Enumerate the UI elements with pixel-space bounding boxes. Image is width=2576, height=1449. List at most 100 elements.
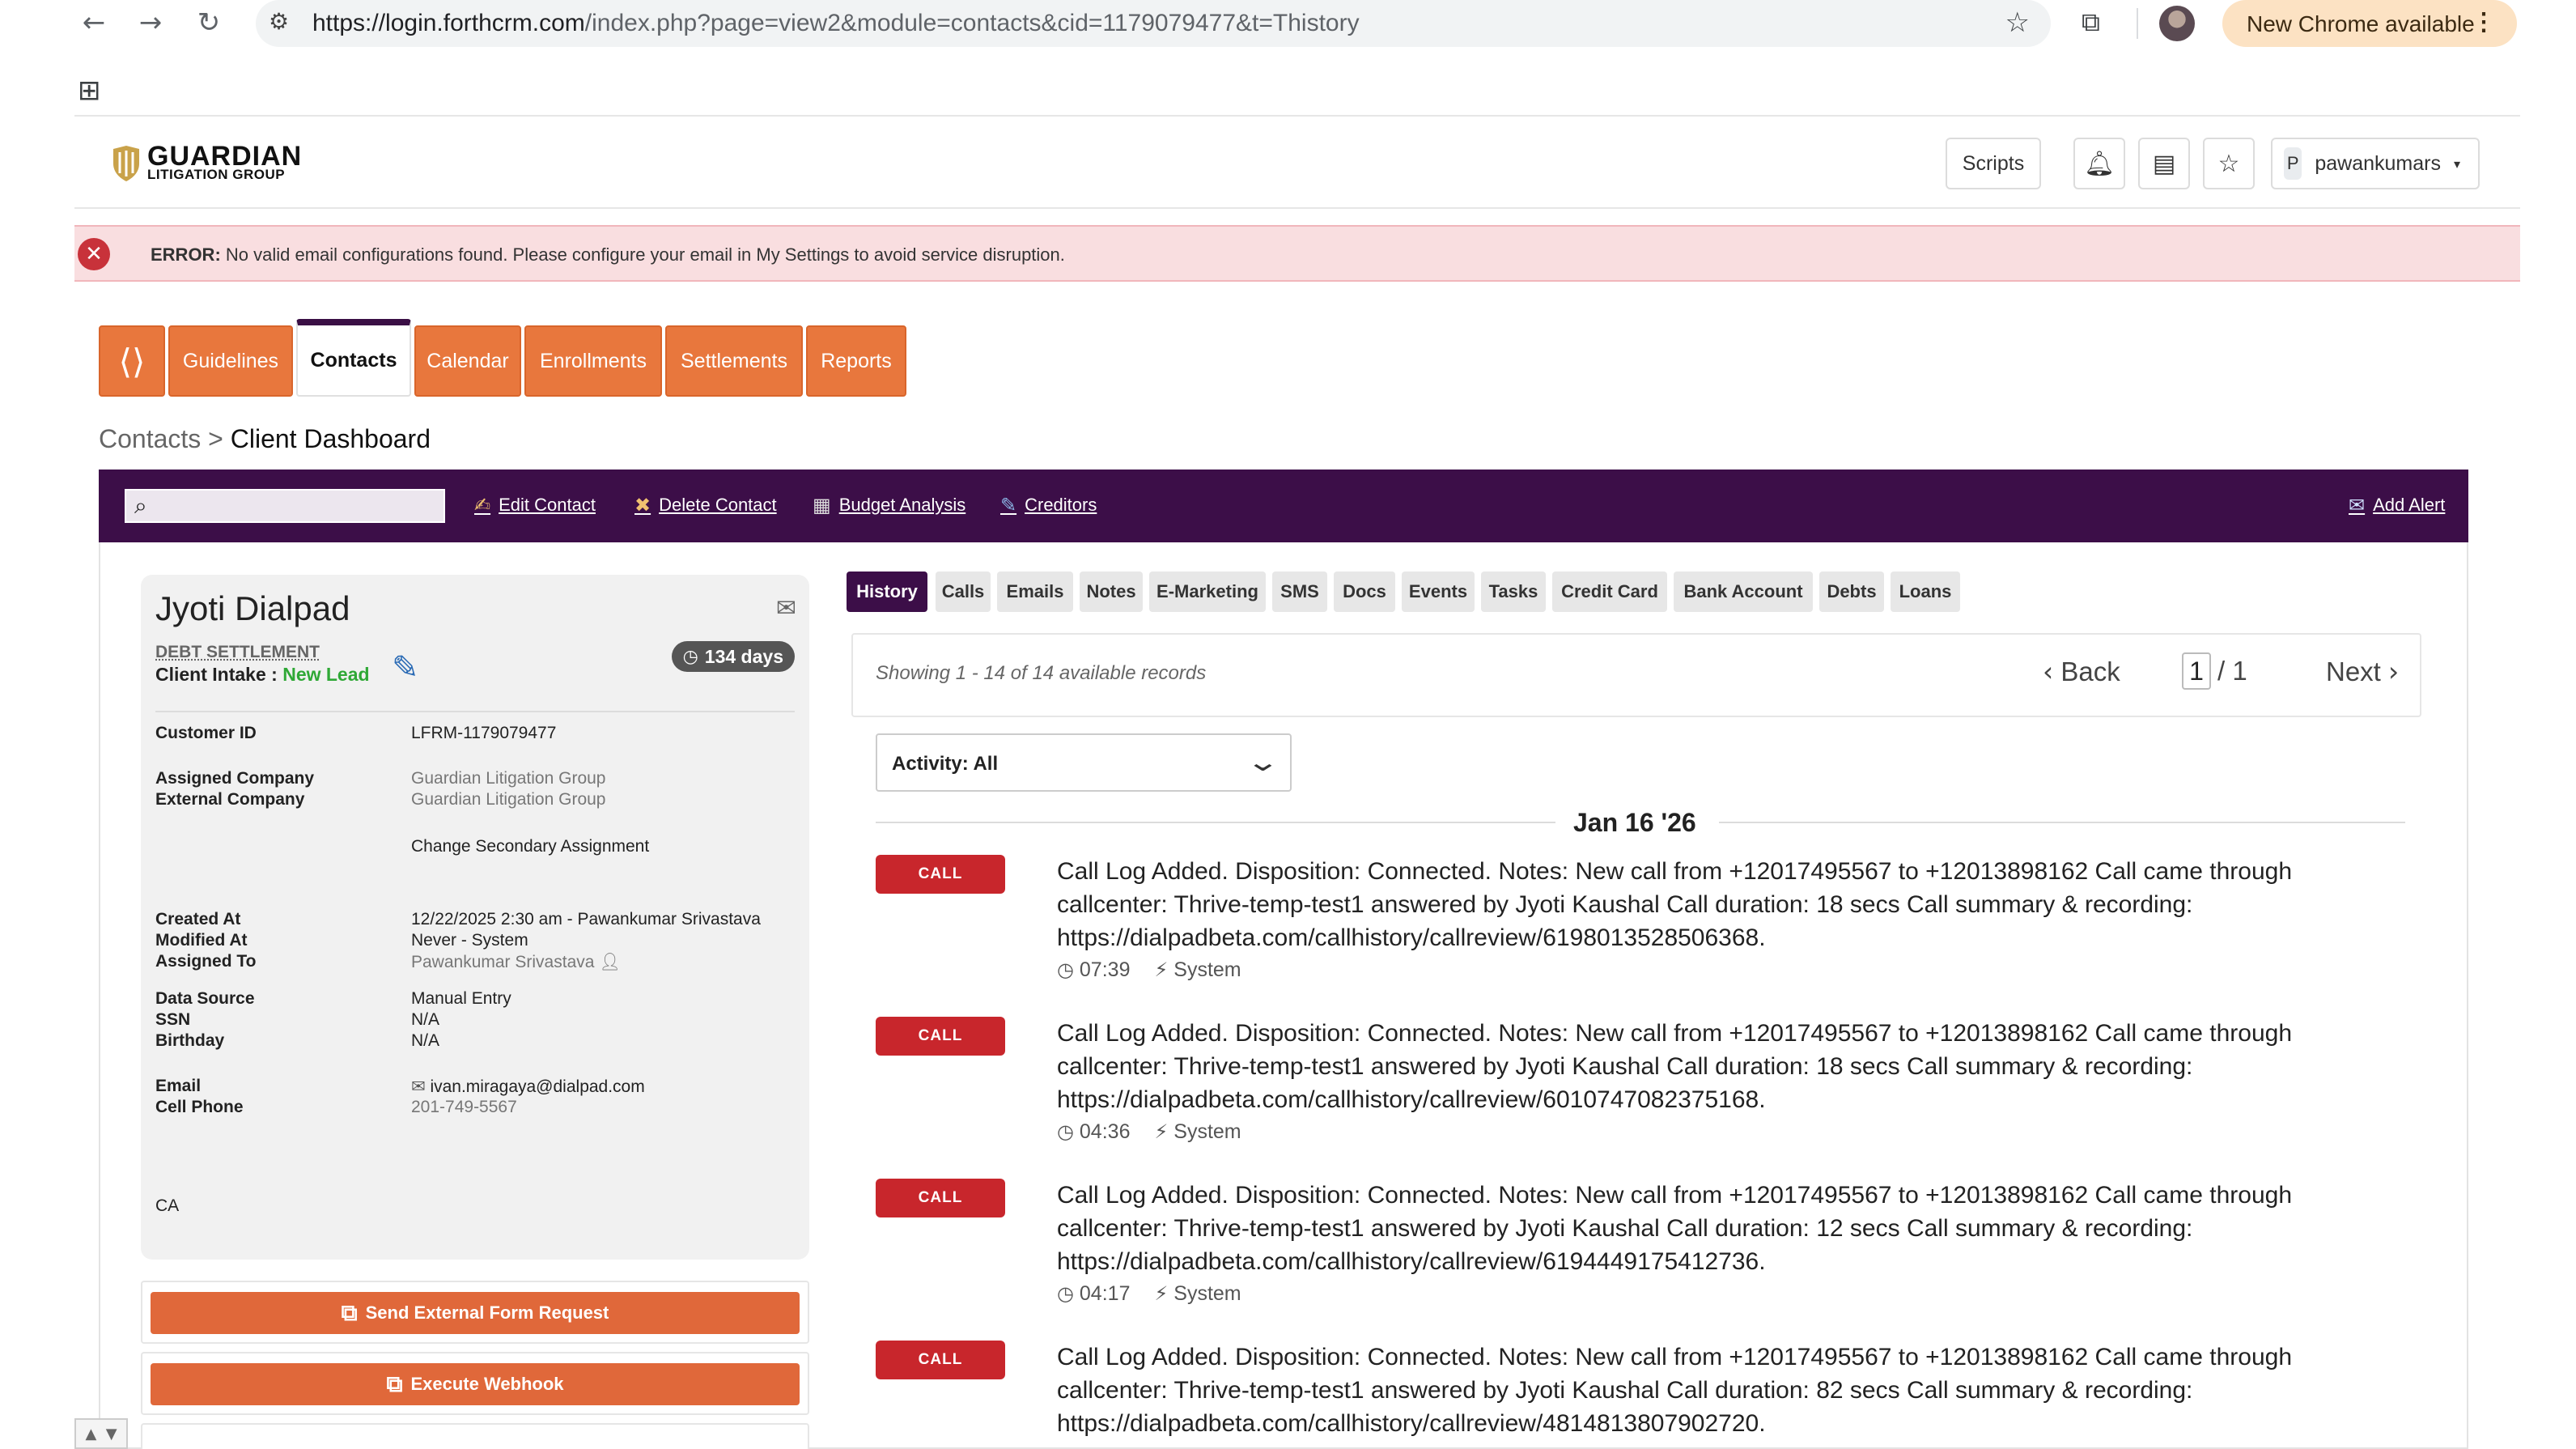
- creditors-icon: ✎: [1000, 494, 1017, 516]
- chrome-update-chip[interactable]: New Chrome available ⋮: [2222, 0, 2517, 47]
- profile-avatar[interactable]: [2159, 6, 2195, 41]
- bolt-icon: ⚡︎: [1154, 1282, 1169, 1305]
- tab-events[interactable]: Events: [1402, 572, 1475, 612]
- client-intake: Client Intake : New Lead: [155, 664, 370, 686]
- user-menu-button[interactable]: P pawankumars ▾: [2271, 138, 2480, 189]
- email-value[interactable]: ✉ ivan.miragaya@dialpad.com: [411, 1077, 645, 1097]
- site-info-icon[interactable]: ⚙: [269, 8, 289, 35]
- entry-source-value: System: [1173, 958, 1241, 981]
- user-assign-icon[interactable]: 👤︎: [599, 952, 621, 971]
- delete-contact-link[interactable]: ✖ Delete Contact: [634, 494, 777, 516]
- clock-icon: ◷: [1057, 1282, 1074, 1305]
- tab-emails[interactable]: Emails: [997, 572, 1073, 612]
- back-arrow-icon[interactable]: ←: [76, 5, 112, 40]
- edit-contact-link[interactable]: ✍ Edit Contact: [474, 494, 596, 516]
- entry-text: Call Log Added. Disposition: Connected. …: [1057, 1020, 2293, 1113]
- url-text[interactable]: https://login.forthcrm.com/index.php?pag…: [312, 10, 1360, 37]
- apps-grid-icon[interactable]: ⊞: [78, 74, 101, 107]
- cell-phone-value[interactable]: 201-749-5567: [411, 1098, 517, 1117]
- tab-reports[interactable]: Reports: [806, 325, 906, 397]
- external-link-icon: ⧉: [341, 1299, 358, 1326]
- breadcrumb-contacts[interactable]: Contacts: [99, 424, 201, 453]
- ssn-label: SSN: [155, 1010, 191, 1029]
- date-divider-left: [876, 822, 1555, 823]
- external-link-icon: ⧉: [386, 1370, 403, 1397]
- search-input[interactable]: [163, 494, 439, 520]
- entry-text: Call Log Added. Disposition: Connected. …: [1057, 858, 2293, 951]
- forward-arrow-icon[interactable]: →: [133, 5, 168, 40]
- add-alert-link[interactable]: ✉ Add Alert: [2349, 494, 2445, 516]
- tab-docs[interactable]: Docs: [1334, 572, 1395, 612]
- customer-id-value: LFRM-1179079477: [411, 724, 557, 742]
- contact-search[interactable]: ⌕: [125, 489, 445, 523]
- days-value: 134 days: [704, 645, 783, 667]
- entry-time-value: 07:39: [1079, 958, 1131, 981]
- tab-guidelines[interactable]: Guidelines: [168, 325, 293, 397]
- entry-source: ⚡︎ System: [1154, 1120, 1241, 1144]
- comment-icon: ✉: [2349, 494, 2366, 516]
- tab-debts[interactable]: Debts: [1819, 572, 1884, 612]
- toolbar-separator: [2137, 8, 2138, 39]
- error-icon: ✕: [78, 238, 110, 270]
- favorites-button[interactable]: ☆: [2203, 138, 2255, 189]
- error-message: No valid email configurations found. Ple…: [225, 244, 1065, 265]
- error-label: ERROR:: [151, 244, 221, 265]
- tab-calls[interactable]: Calls: [936, 572, 991, 612]
- inbox-button[interactable]: ▤: [2138, 138, 2190, 189]
- tab-tasks[interactable]: Tasks: [1481, 572, 1546, 612]
- creditors-link[interactable]: ✎ Creditors: [1000, 494, 1097, 516]
- entry-time: ◷ 04:17: [1057, 1282, 1130, 1306]
- tab-settlements[interactable]: Settlements: [665, 325, 803, 397]
- delete-contact-label: Delete Contact: [659, 495, 777, 515]
- activity-filter-select[interactable]: Activity: All ⌄: [876, 733, 1292, 792]
- mail-icon[interactable]: ✉: [776, 594, 796, 623]
- tab-credit-card[interactable]: Credit Card: [1552, 572, 1667, 612]
- tab-sms[interactable]: SMS: [1272, 572, 1327, 612]
- execute-webhook-button[interactable]: ⧉ Execute Webhook: [151, 1363, 800, 1405]
- home-logo-tab[interactable]: ⟨⟩: [99, 325, 165, 397]
- breadcrumb-separator: >: [208, 424, 223, 453]
- page-number-input[interactable]: 1: [2182, 652, 2211, 690]
- email-address: ivan.miragaya@dialpad.com: [430, 1077, 645, 1096]
- pager-back-button[interactable]: ‹ Back: [2043, 656, 2120, 687]
- search-icon: ⌕: [134, 492, 147, 519]
- change-assignment-link[interactable]: Change Secondary Assignment: [411, 837, 649, 856]
- tab-history[interactable]: History: [847, 572, 927, 612]
- tab-e-marketing[interactable]: E-Marketing: [1149, 572, 1266, 612]
- scripts-button[interactable]: Scripts: [1946, 138, 2041, 189]
- notifications-button[interactable]: 🔔︎: [2073, 138, 2125, 189]
- user-avatar: P: [2284, 147, 2302, 180]
- inbox-icon: ▤: [2152, 149, 2176, 178]
- tab-bank-account[interactable]: Bank Account: [1674, 572, 1813, 612]
- assigned-to-name: Pawankumar Srivastava: [411, 953, 595, 971]
- pager-next-button[interactable]: Next ›: [2326, 656, 2399, 687]
- tab-loans[interactable]: Loans: [1891, 572, 1960, 612]
- reload-icon[interactable]: ↻: [191, 5, 227, 40]
- pager-back-label: Back: [2060, 657, 2120, 686]
- entry-text: Call Log Added. Disposition: Connected. …: [1057, 1344, 2293, 1437]
- send-form-box: ⧉ Send External Form Request: [141, 1281, 809, 1344]
- activity-filter-value: Activity: All: [892, 753, 999, 775]
- entry-meta: ◷ 07:39 ⚡︎ System: [1057, 958, 1241, 982]
- bolt-icon: ⚡︎: [1154, 1120, 1169, 1143]
- page-search-icon[interactable]: ⧉: [2082, 6, 2100, 38]
- edit-contact-label: Edit Contact: [499, 495, 596, 515]
- star-icon[interactable]: ☆: [2005, 6, 2030, 39]
- entry-source-value: System: [1173, 1282, 1241, 1305]
- tab-contacts[interactable]: Contacts: [296, 319, 411, 397]
- send-external-form-button[interactable]: ⧉ Send External Form Request: [151, 1292, 800, 1334]
- scroll-up-icon[interactable]: ▲: [85, 1426, 96, 1443]
- tab-enrollments[interactable]: Enrollments: [524, 325, 662, 397]
- program-link[interactable]: DEBT SETTLEMENT: [155, 643, 320, 662]
- scroll-control[interactable]: ▲ ▼: [74, 1418, 128, 1449]
- tab-calendar[interactable]: Calendar: [414, 325, 521, 397]
- intake-status: New Lead: [282, 664, 370, 685]
- budget-analysis-link[interactable]: ▦ Budget Analysis: [813, 494, 965, 516]
- scroll-down-icon[interactable]: ▼: [106, 1426, 117, 1443]
- next-action-box: [141, 1423, 809, 1449]
- tab-notes[interactable]: Notes: [1080, 572, 1143, 612]
- edit-icon[interactable]: ✎: [392, 649, 419, 686]
- kebab-menu-icon[interactable]: ⋮: [2472, 8, 2496, 36]
- call-badge: CALL: [876, 855, 1005, 894]
- address-bar[interactable]: ⚙ https://login.forthcrm.com/index.php?p…: [256, 0, 2051, 47]
